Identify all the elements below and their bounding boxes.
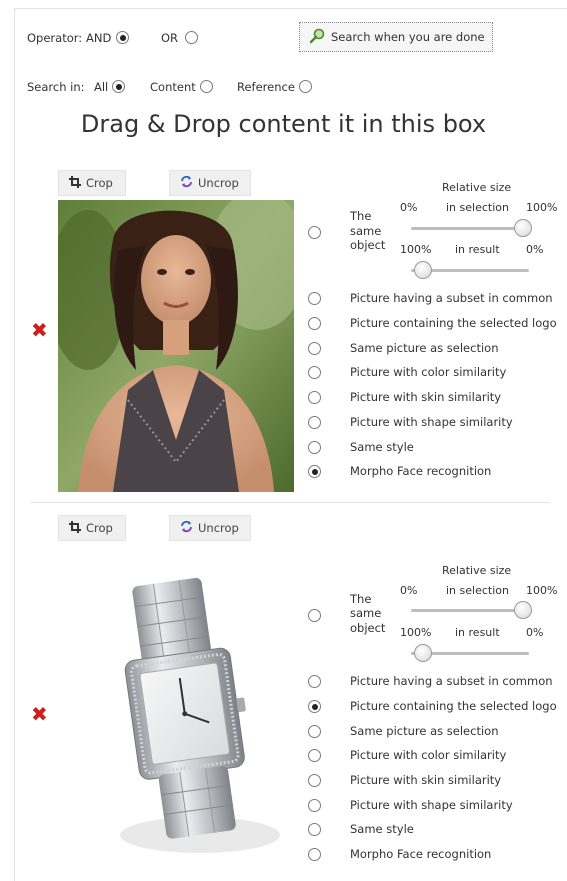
same-object-line1: The	[350, 209, 372, 223]
drop-zone-title: Drag & Drop content it in this box	[80, 110, 487, 138]
option-label: Picture with color similarity	[350, 365, 507, 379]
same-object-radio[interactable]	[308, 226, 321, 239]
same-object-line3: object	[350, 621, 386, 635]
option-radio[interactable]	[308, 391, 321, 404]
selection-max-label: 100%	[526, 201, 558, 214]
uncrop-button-label: Uncrop	[198, 176, 239, 190]
result-min-label: 100%	[400, 626, 432, 639]
search-button[interactable]: Search when you are done	[299, 22, 493, 52]
same-object-radio[interactable]	[308, 609, 321, 622]
option-radio[interactable]	[308, 441, 321, 454]
result-max-label: 0%	[526, 243, 544, 256]
option-label: Picture containing the selected logo	[350, 316, 557, 330]
in-selection-label: in selection	[446, 201, 509, 214]
uncrop-button[interactable]: Uncrop	[169, 170, 251, 196]
crop-button[interactable]: Crop	[58, 515, 126, 541]
option-label: Same picture as selection	[350, 724, 499, 738]
relative-size-label: Relative size	[442, 564, 512, 577]
option-radio[interactable]	[308, 774, 321, 787]
refresh-icon	[180, 175, 193, 191]
search-icon	[309, 28, 327, 47]
uncrop-button[interactable]: Uncrop	[169, 515, 251, 541]
selection-min-label: 0%	[400, 584, 418, 597]
crop-icon	[69, 175, 81, 191]
option-label: Picture containing the selected logo	[350, 699, 557, 713]
option-radio[interactable]	[308, 848, 321, 861]
option-radio[interactable]	[308, 799, 321, 812]
option-radio[interactable]	[308, 749, 321, 762]
in-result-label: in result	[455, 243, 500, 256]
option-label: Picture with skin similarity	[350, 390, 502, 404]
option-radio[interactable]	[308, 725, 321, 738]
search-in-label: Search in:	[27, 80, 85, 94]
crop-button-label: Crop	[86, 176, 113, 190]
relative-size-label: Relative size	[442, 181, 512, 194]
selection-min-label: 0%	[400, 201, 418, 214]
option-label: Picture with shape similarity	[350, 798, 513, 812]
option-radio-selected[interactable]	[308, 700, 321, 713]
same-object-line2: same	[350, 224, 382, 238]
option-radio[interactable]	[308, 416, 321, 429]
search-in-reference-label: Reference	[237, 80, 295, 94]
operator-or-label: OR	[161, 31, 179, 45]
in-result-label: in result	[455, 626, 500, 639]
option-label: Same style	[350, 440, 414, 454]
same-object-line1: The	[350, 592, 372, 606]
result-size-slider-handle[interactable]	[413, 644, 432, 662]
option-label: Picture with shape similarity	[350, 415, 513, 429]
search-in-all-label: All	[94, 80, 109, 94]
crop-button-label: Crop	[86, 521, 113, 535]
search-in-reference-radio[interactable]	[299, 80, 312, 93]
option-label: Picture having a subset in common	[350, 291, 553, 305]
option-label: Same style	[350, 822, 414, 836]
option-radio[interactable]	[308, 317, 321, 330]
selection-max-label: 100%	[526, 584, 558, 597]
option-radio[interactable]	[308, 292, 321, 305]
selection-size-slider[interactable]	[411, 609, 529, 612]
option-label: Same picture as selection	[350, 341, 499, 355]
uncrop-button-label: Uncrop	[198, 521, 239, 535]
result-min-label: 100%	[400, 243, 432, 256]
operator-or-radio[interactable]	[185, 31, 198, 44]
option-radio[interactable]	[308, 823, 321, 836]
crop-icon	[69, 520, 81, 536]
search-in-content-label: Content	[150, 80, 196, 94]
option-label: Picture having a subset in common	[350, 674, 553, 688]
wristwatch-image	[90, 565, 290, 865]
selection-size-slider-handle[interactable]	[514, 601, 533, 619]
refresh-icon	[180, 520, 193, 536]
option-label: Morpho Face recognition	[350, 847, 492, 861]
option-radio[interactable]	[308, 675, 321, 688]
option-label: Picture with color similarity	[350, 748, 507, 762]
operator-and-radio[interactable]	[116, 31, 129, 44]
delete-item-icon[interactable]: ✖	[31, 320, 48, 340]
search-button-label: Search when you are done	[331, 30, 485, 44]
result-size-slider-handle[interactable]	[413, 261, 432, 279]
same-object-line2: same	[350, 606, 382, 620]
option-label: Picture with skin similarity	[350, 773, 502, 787]
search-in-all-radio[interactable]	[112, 80, 125, 93]
selection-size-slider-handle[interactable]	[514, 219, 533, 237]
option-radio[interactable]	[308, 342, 321, 355]
search-in-content-radio[interactable]	[200, 80, 213, 93]
option-radio[interactable]	[308, 366, 321, 379]
delete-item-icon[interactable]: ✖	[31, 704, 48, 724]
operator-label: Operator:	[27, 31, 83, 45]
result-max-label: 0%	[526, 626, 544, 639]
woman-portrait-image	[58, 200, 294, 492]
in-selection-label: in selection	[446, 584, 509, 597]
option-radio-selected[interactable]	[308, 465, 321, 478]
crop-button[interactable]: Crop	[58, 170, 126, 196]
operator-and-label: AND	[86, 31, 112, 45]
option-label: Morpho Face recognition	[350, 464, 492, 478]
selection-size-slider[interactable]	[411, 227, 529, 230]
same-object-line3: object	[350, 238, 386, 252]
item-divider	[30, 502, 550, 503]
